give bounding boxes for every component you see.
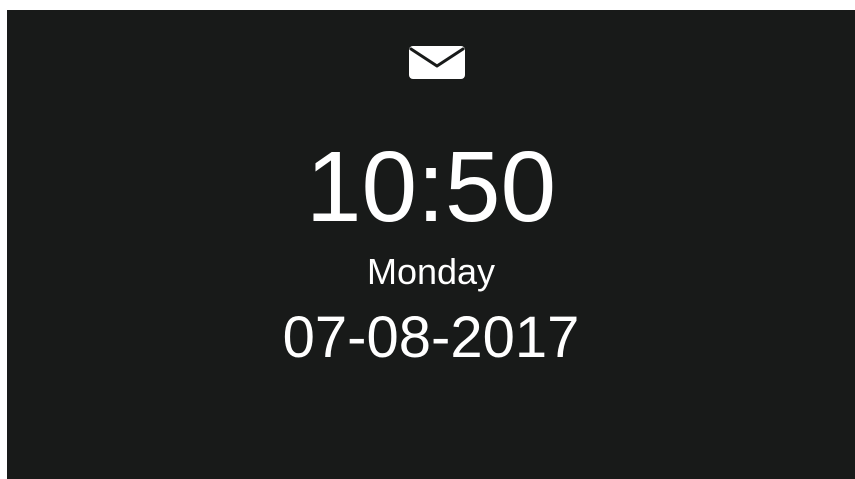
lock-screen: 10:50 Monday 07-08-2017 xyxy=(7,10,855,479)
clock-date: 07-08-2017 xyxy=(282,305,580,370)
mail-icon[interactable] xyxy=(409,46,465,79)
clock-time: 10:50 xyxy=(305,131,557,243)
clock-day: Monday xyxy=(366,251,496,292)
